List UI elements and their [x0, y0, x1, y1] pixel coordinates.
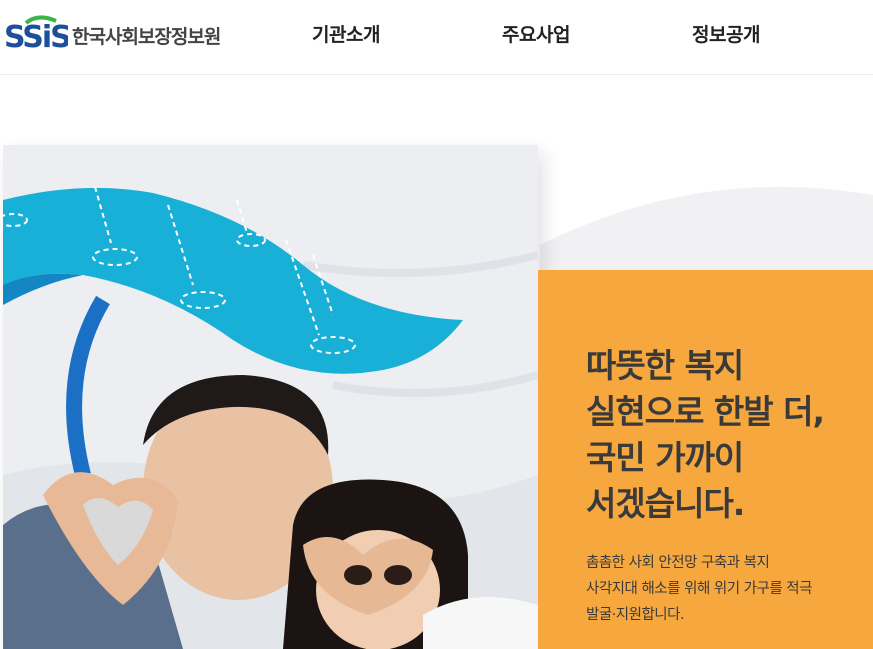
- brand-name: 한국사회보장정보원: [72, 25, 221, 48]
- logo[interactable]: SSiS 한국사회보장정보원: [4, 14, 221, 56]
- headline-line: 따뜻한 복지: [586, 346, 744, 385]
- ssis-logo-icon: SSiS: [4, 15, 68, 55]
- logo-mark-text: SSiS: [4, 20, 68, 55]
- hero-photo: [3, 145, 538, 649]
- nav-item-business[interactable]: 주요사업: [502, 20, 570, 47]
- headline-line: 실현으로 한발 더,: [586, 392, 825, 431]
- nav-item-disclosure[interactable]: 정보공개: [692, 20, 760, 47]
- description-line: 촘촘한 사회 안전망 구축과 복지: [586, 555, 770, 571]
- hero-illustration: [3, 145, 538, 649]
- description-line: 사각지대 해소를 위해 위기 가구를 적극: [586, 581, 812, 597]
- nav-item-about[interactable]: 기관소개: [312, 20, 380, 47]
- hero-headline: 따뜻한 복지 실현으로 한발 더, 국민 가까이 서겠습니다.: [586, 343, 866, 527]
- headline-line: 국민 가까이: [586, 438, 744, 477]
- hero-description: 촘촘한 사회 안전망 구축과 복지 사각지대 해소를 위해 위기 가구를 적극 …: [586, 550, 866, 628]
- headline-line: 서겠습니다.: [586, 484, 745, 523]
- description-line: 발굴·지원합니다.: [586, 607, 685, 623]
- site-header: SSiS 한국사회보장정보원 기관소개 주요사업 정보공개: [0, 0, 873, 75]
